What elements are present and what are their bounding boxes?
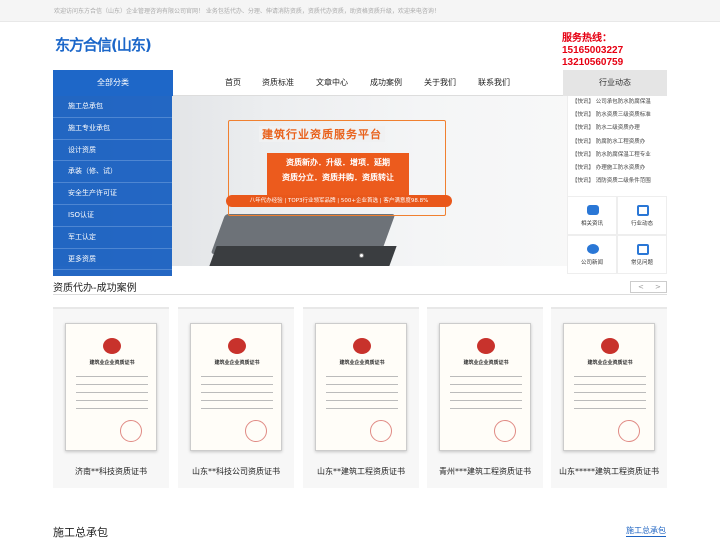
case-card[interactable]: 建筑业企业资质证书 山东**科技公司资质证书 [178, 307, 294, 488]
emblem-icon [228, 338, 246, 354]
stamp-icon [618, 420, 640, 442]
quick-industry-news[interactable]: 行业动态 [617, 196, 667, 235]
heart-icon [587, 205, 599, 215]
all-categories-button[interactable]: 全部分类 [53, 70, 173, 96]
category-more[interactable]: 更多资质 [53, 249, 172, 271]
case-card[interactable]: 建筑业企业资质证书 青州***建筑工程资质证书 [427, 307, 543, 488]
globe-icon [587, 244, 599, 254]
logo[interactable]: 东方合信(山东) [55, 34, 152, 55]
stamp-icon [494, 420, 516, 442]
case-card[interactable]: 建筑业企业资质证书 山东*****建筑工程资质证书 [551, 307, 667, 488]
certificate-title: 建筑业企业资质证书 [89, 360, 135, 366]
certificate-title: 建筑业企业资质证书 [214, 360, 260, 366]
news-item[interactable]: 【快讯】 防水二级资质办理 [568, 122, 667, 135]
quick-related-news[interactable]: 相关资讯 [567, 196, 617, 235]
quick-faq[interactable]: 常见问题 [617, 235, 667, 274]
cases-arrows: < > [630, 281, 667, 293]
hotline: 服务热线： 15165003227 13210560759 [562, 33, 623, 69]
quick-links: 相关资讯 行业动态 公司新闻 常见问题 [567, 196, 667, 274]
hotline-phone-1[interactable]: 15165003227 [562, 45, 623, 57]
news-item[interactable]: 【快讯】 防水资质三级资质标准 [568, 109, 667, 122]
top-bar: 欢迎访问东方合信（山东）企业管理咨询有限公司官网！ 业务包括代办、分理、伸请消防… [0, 0, 720, 22]
banner-slogan: 八年代办经验 | TOP3行业领军品牌 | 500+企业首选 | 客户满意度98… [226, 195, 452, 207]
category-general-contracting[interactable]: 施工总承包 [53, 96, 172, 118]
category-military[interactable]: 军工认定 [53, 227, 172, 249]
quick-label: 公司新闻 [580, 260, 603, 266]
prev-arrow-icon[interactable]: < [638, 283, 644, 291]
case-caption[interactable]: 山东**科技公司资质证书 [178, 464, 294, 479]
banner-services: 资质新办．升级．增项．延期 资质分立．资质并购．资质转让 [267, 153, 409, 201]
category-iso[interactable]: ISO认证 [53, 205, 172, 227]
certificate-image: 建筑业企业资质证书 [563, 323, 655, 451]
quick-label: 相关资讯 [580, 221, 603, 227]
category-specialty-contracting[interactable]: 施工专业承包 [53, 118, 172, 140]
divider [53, 294, 667, 295]
camera-icon [637, 205, 649, 216]
case-card[interactable]: 建筑业企业资质证书 山东**建筑工程资质证书 [303, 307, 419, 488]
main-nav: 全部分类 首页 资质标准 文章中心 成功案例 关于我们 联系我们 行业动态 [53, 70, 667, 96]
certificate-title: 建筑业企业资质证书 [463, 360, 509, 366]
category-installation[interactable]: 承装（修、试） [53, 161, 172, 184]
case-caption[interactable]: 山东**建筑工程资质证书 [303, 464, 419, 479]
emblem-icon [103, 338, 121, 354]
quick-label: 行业动态 [630, 221, 653, 227]
emblem-icon [477, 338, 495, 354]
news-item[interactable]: 【快讯】 公司承包防水防腐保温 [568, 96, 667, 109]
certificate-image: 建筑业企业资质证书 [65, 323, 157, 451]
nav-articles[interactable]: 文章中心 [316, 70, 348, 96]
stamp-icon [120, 420, 142, 442]
section-more-link[interactable]: 施工总承包 [626, 525, 666, 537]
news-item[interactable]: 【快讯】 消防资质二级条件范围 [568, 175, 667, 188]
keyboard-image [209, 246, 397, 266]
news-list: 【快讯】 公司承包防水防腐保温 【快讯】 防水资质三级资质标准 【快讯】 防水二… [567, 96, 667, 196]
hotline-label: 服务热线： [562, 33, 612, 44]
hotline-phone-2[interactable]: 13210560759 [562, 57, 623, 69]
category-menu: 施工总承包 施工专业承包 设计资质 承装（修、试） 安全生产许可证 ISO认证 … [53, 96, 172, 276]
emblem-icon [601, 338, 619, 354]
banner-title: 建筑行业资质服务平台 [259, 126, 385, 142]
cases-title: 资质代办-成功案例 [53, 283, 137, 294]
news-item[interactable]: 【快讯】 防水防腐保温工程专业 [568, 149, 667, 162]
nav-qualification-standards[interactable]: 资质标准 [262, 70, 294, 96]
category-safety-license[interactable]: 安全生产许可证 [53, 183, 172, 205]
section-title: 施工总承包 [53, 526, 108, 539]
certificate-image: 建筑业企业资质证书 [439, 323, 531, 451]
nav-home[interactable]: 首页 [225, 70, 241, 96]
certificate-title: 建筑业企业资质证书 [587, 360, 633, 366]
banner-line-2: 资质分立．资质并购．资质转让 [282, 173, 394, 182]
banner-line-1: 资质新办．升级．增项．延期 [286, 158, 390, 167]
case-card[interactable]: 建筑业企业资质证书 济南**科技资质证书 [53, 307, 169, 488]
quick-company-news[interactable]: 公司新闻 [567, 235, 617, 274]
welcome-text: 欢迎访问东方合信（山东）企业管理咨询有限公司官网！ 业务包括代办、分理、伸请消防… [54, 8, 440, 15]
stamp-icon [370, 420, 392, 442]
banner-promo: 建筑行业资质服务平台 资质新办．升级．增项．延期 资质分立．资质并购．资质转让 … [226, 120, 452, 216]
quick-label: 常见问题 [630, 260, 653, 266]
case-caption[interactable]: 青州***建筑工程资质证书 [427, 464, 543, 479]
nav-about[interactable]: 关于我们 [424, 70, 456, 96]
carousel-dot[interactable] [359, 253, 364, 258]
next-arrow-icon[interactable]: > [655, 283, 661, 291]
news-item[interactable]: 【快讯】 防腐防水工程资质办 [568, 136, 667, 149]
nav-contact[interactable]: 联系我们 [478, 70, 510, 96]
case-caption[interactable]: 山东*****建筑工程资质证书 [551, 464, 667, 479]
news-item[interactable]: 【快讯】 办理施工防水资质办 [568, 162, 667, 175]
emblem-icon [353, 338, 371, 354]
stamp-icon [245, 420, 267, 442]
industry-news-header[interactable]: 行业动态 [563, 70, 667, 96]
nav-cases[interactable]: 成功案例 [370, 70, 402, 96]
document-icon [637, 244, 649, 255]
case-caption[interactable]: 济南**科技资质证书 [53, 464, 169, 479]
category-design[interactable]: 设计资质 [53, 140, 172, 162]
certificate-title: 建筑业企业资质证书 [339, 360, 385, 366]
certificate-image: 建筑业企业资质证书 [190, 323, 282, 451]
certificate-image: 建筑业企业资质证书 [315, 323, 407, 451]
